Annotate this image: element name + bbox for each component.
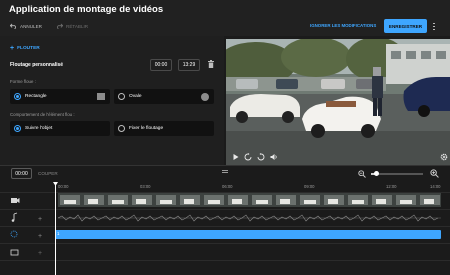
plus-icon: + <box>10 45 15 52</box>
redo-icon <box>57 23 63 29</box>
oval-shape-icon <box>201 93 209 101</box>
audio-track[interactable] <box>58 212 441 224</box>
rectangle-radio[interactable] <box>14 93 21 100</box>
oval-label: Ovale <box>129 94 142 99</box>
behavior-label: Comportement de l'élément flou : <box>10 112 75 117</box>
zoom-slider[interactable] <box>371 171 423 176</box>
zoom-out-icon[interactable] <box>358 170 366 178</box>
tick-label: 00:00 <box>58 184 69 189</box>
undo-icon <box>10 23 16 29</box>
undo-button[interactable]: ANNULER <box>10 23 42 29</box>
track-divider <box>0 260 450 261</box>
svg-text:+: + <box>38 216 42 223</box>
tick-label: 12:00 <box>386 184 397 189</box>
volume-icon[interactable] <box>270 153 278 161</box>
cut-button[interactable]: COUPER <box>38 171 58 176</box>
follow-object-radio[interactable] <box>14 125 21 132</box>
tick-label: 03:00 <box>140 184 151 189</box>
tick-label: 06:00 <box>222 184 233 189</box>
blur-track-icon <box>10 230 18 238</box>
end-time-field[interactable]: 13:29 <box>178 59 200 71</box>
current-time-field[interactable]: 00:00 <box>11 168 32 179</box>
track-divider <box>0 209 450 210</box>
oval-option[interactable]: Ovale <box>114 89 214 104</box>
save-button[interactable]: ENREGISTRER <box>384 19 427 33</box>
forward-icon[interactable] <box>257 153 265 161</box>
blur-track-clip[interactable] <box>55 230 441 239</box>
fix-blur-option[interactable]: Fixer le floutage <box>114 121 214 136</box>
video-preview[interactable] <box>226 39 450 165</box>
blur-clip-label: 1 <box>57 231 60 236</box>
add-blur-label: FLOUTER <box>17 46 40 51</box>
playhead[interactable] <box>55 182 56 275</box>
redo-label: RÉTABLIR <box>66 23 89 29</box>
tick-label: 09:00 <box>304 184 315 189</box>
rectangle-shape-icon <box>97 93 105 100</box>
video-track-icon <box>11 198 20 203</box>
fix-blur-label: Fixer le floutage <box>129 126 164 131</box>
ignore-changes-button[interactable]: IGNORER LES MODIFICATIONS <box>310 23 376 28</box>
custom-blur-label: Floutage personnalisé <box>10 62 64 68</box>
undo-label: ANNULER <box>20 23 42 29</box>
audio-track-icon <box>11 212 18 222</box>
filmstrip <box>58 193 441 207</box>
oval-radio[interactable] <box>118 93 125 100</box>
video-track[interactable] <box>58 193 441 207</box>
settings-icon[interactable] <box>440 153 448 161</box>
zoom-in-icon[interactable] <box>430 169 439 178</box>
app-title: Application de montage de vidéos <box>9 4 164 15</box>
svg-text:+: + <box>38 250 42 257</box>
fix-blur-radio[interactable] <box>118 125 125 132</box>
svg-text:+: + <box>38 233 42 240</box>
trash-icon[interactable] <box>208 60 214 68</box>
add-blur-button[interactable]: + FLOUTER <box>10 45 40 52</box>
text-track-icon <box>10 249 19 256</box>
video-frame-image <box>226 39 450 165</box>
zoom-slider-thumb[interactable] <box>373 171 379 176</box>
kebab-icon[interactable] <box>431 20 437 33</box>
follow-object-label: Suivre l'objet <box>25 126 53 131</box>
play-icon[interactable] <box>232 153 240 161</box>
shape-label: Forme floue : <box>10 79 36 84</box>
drag-handle[interactable] <box>222 170 228 174</box>
track-icons-column: + + + <box>10 198 42 257</box>
follow-object-option[interactable]: Suivre l'objet <box>10 121 110 136</box>
redo-button[interactable]: RÉTABLIR <box>56 23 88 29</box>
rectangle-label: Rectangle <box>25 94 47 99</box>
tick-label: 14:00 <box>430 184 441 189</box>
start-time-field[interactable]: 00:00 <box>150 59 172 71</box>
track-divider <box>0 243 450 244</box>
track-divider <box>0 226 450 227</box>
rewind-icon[interactable] <box>244 153 252 161</box>
rectangle-option[interactable]: Rectangle <box>10 89 110 104</box>
